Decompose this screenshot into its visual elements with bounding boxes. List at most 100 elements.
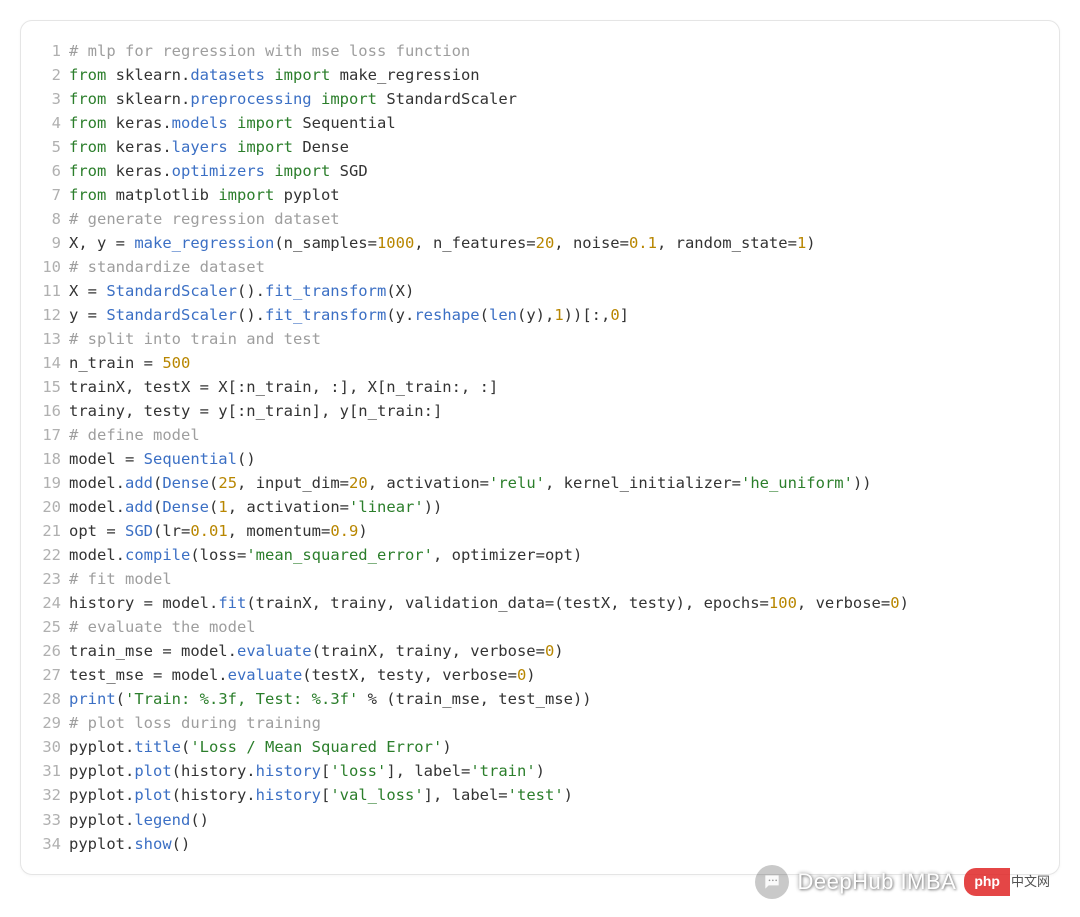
code-content: X = StandardScaler().fit_transform(X) <box>69 279 1035 303</box>
token-func: compile <box>125 546 190 564</box>
token-ident: model. <box>69 474 125 492</box>
token-number: 20 <box>536 234 555 252</box>
token-ident: , noise= <box>554 234 629 252</box>
code-line: 3from sklearn.preprocessing import Stand… <box>33 87 1035 111</box>
token-func: optimizers <box>172 162 265 180</box>
code-line: 10# standardize dataset <box>33 255 1035 279</box>
token-ident: (testX, testy, verbose= <box>302 666 517 684</box>
code-line: 15trainX, testX = X[:n_train, :], X[n_tr… <box>33 375 1035 399</box>
token-ident: sklearn <box>106 66 181 84</box>
line-number: 6 <box>33 159 69 183</box>
token-number: 0 <box>545 642 554 660</box>
token-number: 1 <box>797 234 806 252</box>
token-string: 'linear' <box>349 498 424 516</box>
token-ident <box>265 66 274 84</box>
code-line: 33pyplot.legend() <box>33 808 1035 832</box>
token-ident: ) <box>358 522 367 540</box>
code-content: from keras.layers import Dense <box>69 135 1035 159</box>
line-number: 19 <box>33 471 69 495</box>
code-content: # generate regression dataset <box>69 207 1035 231</box>
token-ident: (y), <box>517 306 554 324</box>
token-func: preprocessing <box>190 90 311 108</box>
token-ident: pyplot. <box>69 811 134 829</box>
code-line: 6from keras.optimizers import SGD <box>33 159 1035 183</box>
token-ident: % (train_mse, test_mse)) <box>358 690 591 708</box>
token-ident: ] <box>620 306 629 324</box>
code-content: model.add(Dense(25, input_dim=20, activa… <box>69 471 1035 495</box>
token-string: 'Loss / Mean Squared Error' <box>190 738 442 756</box>
code-content: # mlp for regression with mse loss funct… <box>69 39 1035 63</box>
token-punct: . <box>162 162 171 180</box>
line-number: 2 <box>33 63 69 87</box>
token-number: 1 <box>554 306 563 324</box>
code-line: 21opt = SGD(lr=0.01, momentum=0.9) <box>33 519 1035 543</box>
token-func: plot <box>134 786 171 804</box>
token-ident: history = model. <box>69 594 218 612</box>
token-keyword: from <box>69 66 106 84</box>
token-ident: opt = <box>69 522 125 540</box>
code-line: 11X = StandardScaler().fit_transform(X) <box>33 279 1035 303</box>
token-ident: model. <box>69 498 125 516</box>
token-number: 0.01 <box>190 522 227 540</box>
line-number: 25 <box>33 615 69 639</box>
code-content: y = StandardScaler().fit_transform(y.res… <box>69 303 1035 327</box>
line-number: 7 <box>33 183 69 207</box>
code-line: 26train_mse = model.evaluate(trainX, tra… <box>33 639 1035 663</box>
token-number: 0 <box>890 594 899 612</box>
token-func: legend <box>134 811 190 829</box>
token-func: plot <box>134 762 171 780</box>
line-number: 9 <box>33 231 69 255</box>
line-number: 31 <box>33 759 69 783</box>
token-keyword: import <box>237 138 293 156</box>
token-ident: model = <box>69 450 144 468</box>
token-number: 0.1 <box>629 234 657 252</box>
token-keyword: from <box>69 162 106 180</box>
line-number: 30 <box>33 735 69 759</box>
token-ident <box>228 138 237 156</box>
token-func: fit_transform <box>265 282 386 300</box>
token-func: add <box>125 474 153 492</box>
token-ident: ))[:, <box>564 306 611 324</box>
token-comment: # generate regression dataset <box>69 210 340 228</box>
token-ident: , kernel_initializer= <box>545 474 741 492</box>
code-line: 18model = Sequential() <box>33 447 1035 471</box>
line-number: 26 <box>33 639 69 663</box>
line-number: 10 <box>33 255 69 279</box>
code-line: 29# plot loss during training <box>33 711 1035 735</box>
token-ident: , activation= <box>368 474 489 492</box>
code-content: pyplot.plot(history.history['val_loss'],… <box>69 783 1035 807</box>
token-number: 1 <box>218 498 227 516</box>
token-ident <box>312 90 321 108</box>
token-func: datasets <box>190 66 265 84</box>
code-line: 23# fit model <box>33 567 1035 591</box>
token-comment: # plot loss during training <box>69 714 321 732</box>
token-ident: [ <box>321 762 330 780</box>
code-line: 14n_train = 500 <box>33 351 1035 375</box>
token-string: 'Train: %.3f, Test: %.3f' <box>125 690 358 708</box>
token-ident: (lr= <box>153 522 190 540</box>
token-comment: # define model <box>69 426 200 444</box>
code-content: from matplotlib import pyplot <box>69 183 1035 207</box>
code-content: model.add(Dense(1, activation='linear')) <box>69 495 1035 519</box>
token-ident <box>265 162 274 180</box>
token-func: title <box>134 738 181 756</box>
token-func: Dense <box>162 474 209 492</box>
code-line: 12y = StandardScaler().fit_transform(y.r… <box>33 303 1035 327</box>
token-ident: ) <box>536 762 545 780</box>
token-ident: ( <box>209 474 218 492</box>
code-content: history = model.fit(trainX, trainy, vali… <box>69 591 1035 615</box>
line-number: 29 <box>33 711 69 735</box>
token-comment: # mlp for regression with mse loss funct… <box>69 42 470 60</box>
token-ident: X, y = <box>69 234 134 252</box>
code-line: 16trainy, testy = y[:n_train], y[n_train… <box>33 399 1035 423</box>
line-number: 18 <box>33 447 69 471</box>
token-ident: (history. <box>172 762 256 780</box>
token-ident: , n_features= <box>414 234 535 252</box>
token-func: fit_transform <box>265 306 386 324</box>
token-ident: StandardScaler <box>377 90 517 108</box>
token-keyword: import <box>274 66 330 84</box>
token-ident: matplotlib <box>106 186 218 204</box>
code-line: 22model.compile(loss='mean_squared_error… <box>33 543 1035 567</box>
token-ident: ], label= <box>424 786 508 804</box>
token-ident: )) <box>853 474 872 492</box>
